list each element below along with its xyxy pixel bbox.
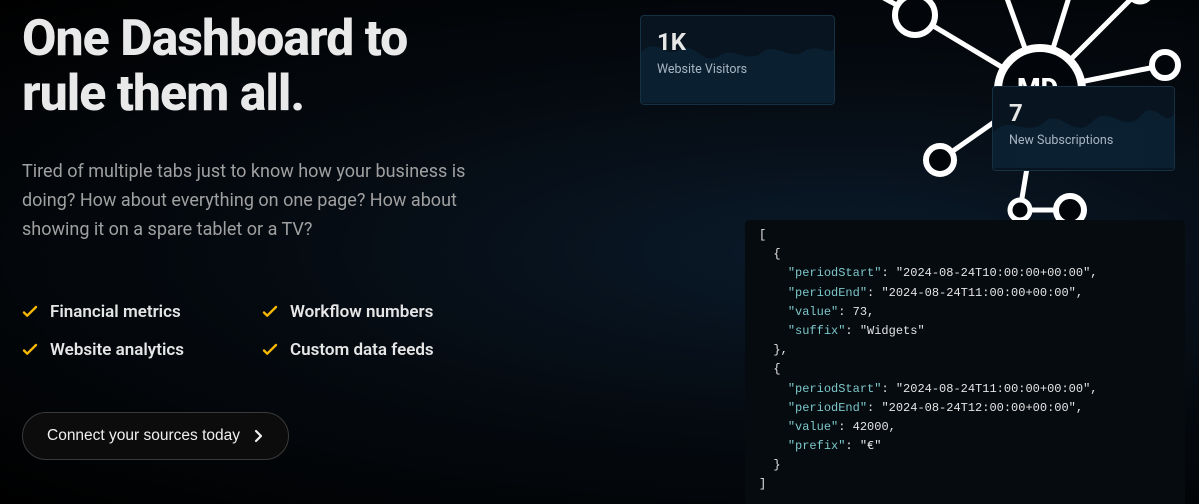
code-block: [ { "periodStart": "2024-08-24T10:00:00+… xyxy=(745,220,1185,504)
connect-sources-button[interactable]: Connect your sources today xyxy=(22,412,289,460)
feature-item: Workflow numbers xyxy=(262,302,502,322)
check-icon xyxy=(262,342,278,358)
feature-label: Website analytics xyxy=(50,340,184,360)
metric-card-subscriptions: 7 New Subscriptions xyxy=(992,86,1175,171)
hero-title: One Dashboard to rule them all. xyxy=(22,12,562,122)
feature-item: Custom data feeds xyxy=(262,340,502,360)
cta-label: Connect your sources today xyxy=(47,427,240,445)
check-icon xyxy=(22,304,38,320)
metric-card-visitors: 1K Website Visitors xyxy=(640,15,835,105)
metric-value: 1K xyxy=(657,30,818,54)
feature-item: Financial metrics xyxy=(22,302,262,322)
feature-item: Website analytics xyxy=(22,340,262,360)
metric-value: 7 xyxy=(1009,101,1158,125)
feature-label: Workflow numbers xyxy=(290,302,433,322)
metric-label: Website Visitors xyxy=(657,62,818,77)
hero-description: Tired of multiple tabs just to know how … xyxy=(22,158,492,244)
metric-label: New Subscriptions xyxy=(1009,133,1158,148)
chevron-right-icon xyxy=(254,429,264,443)
check-icon xyxy=(22,342,38,358)
feature-label: Custom data feeds xyxy=(290,340,434,360)
feature-list: Financial metrics Workflow numbers Websi… xyxy=(22,302,562,360)
feature-label: Financial metrics xyxy=(50,302,181,322)
hero-title-line1: One Dashboard to xyxy=(22,10,407,68)
hero-title-line2: rule them all. xyxy=(22,65,304,123)
check-icon xyxy=(262,304,278,320)
